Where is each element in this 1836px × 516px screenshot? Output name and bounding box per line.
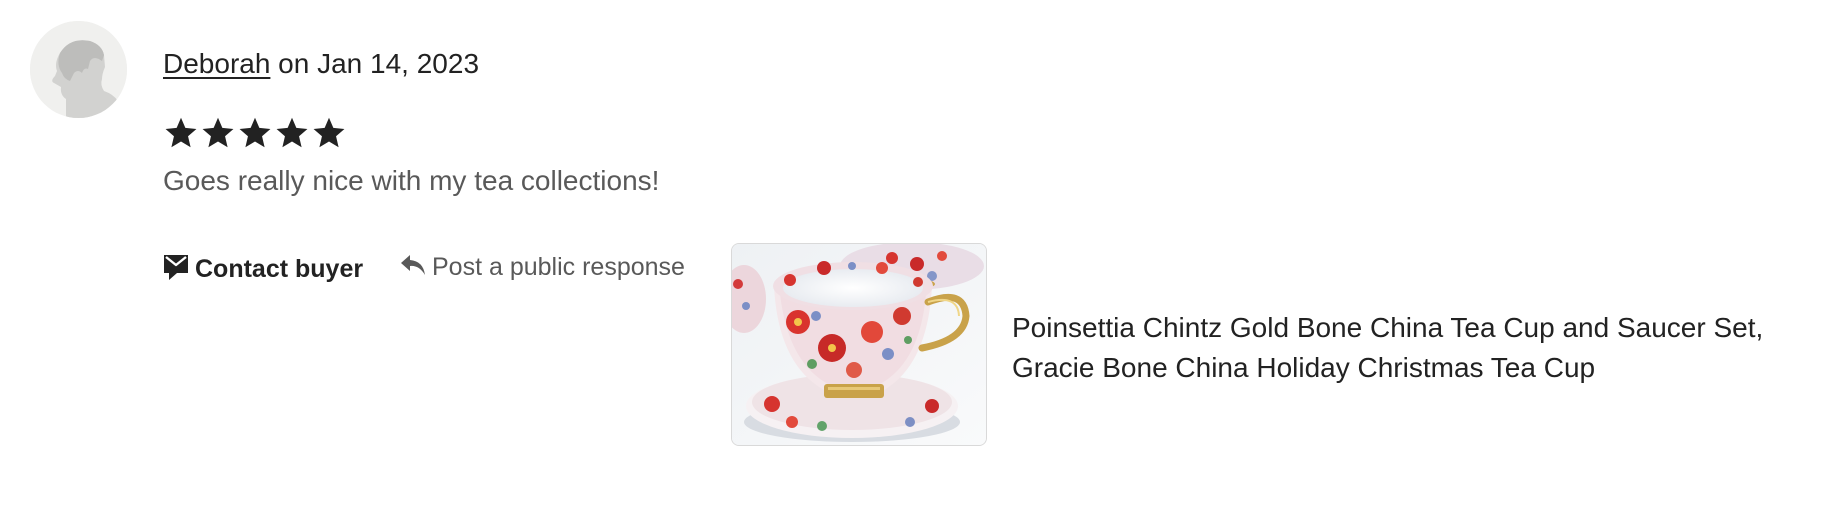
star-rating [163,115,347,151]
reviewer-name-link[interactable]: Deborah [163,48,270,79]
contact-buyer-button[interactable]: Contact buyer [163,253,363,286]
star-icon [163,115,199,151]
star-icon [274,115,310,151]
default-avatar-icon [30,21,127,118]
listing-title-link[interactable]: Poinsettia Chintz Gold Bone China Tea Cu… [1012,308,1832,388]
star-icon [311,115,347,151]
contact-buyer-label: Contact buyer [195,255,364,283]
listing-thumbnail[interactable] [731,243,987,446]
star-icon [200,115,236,151]
review-header: Deborah on Jan 14, 2023 [163,46,479,82]
reply-arrow-icon [400,253,426,282]
post-public-response-button[interactable]: Post a public response [400,253,685,282]
post-public-response-label: Post a public response [432,253,685,281]
reviewer-avatar [30,21,127,118]
teacup-product-image [732,244,986,445]
review-text: Goes really nice with my tea collections… [163,165,660,196]
star-icon [237,115,273,151]
envelope-icon [163,253,189,286]
review-date: on Jan 14, 2023 [270,48,480,79]
